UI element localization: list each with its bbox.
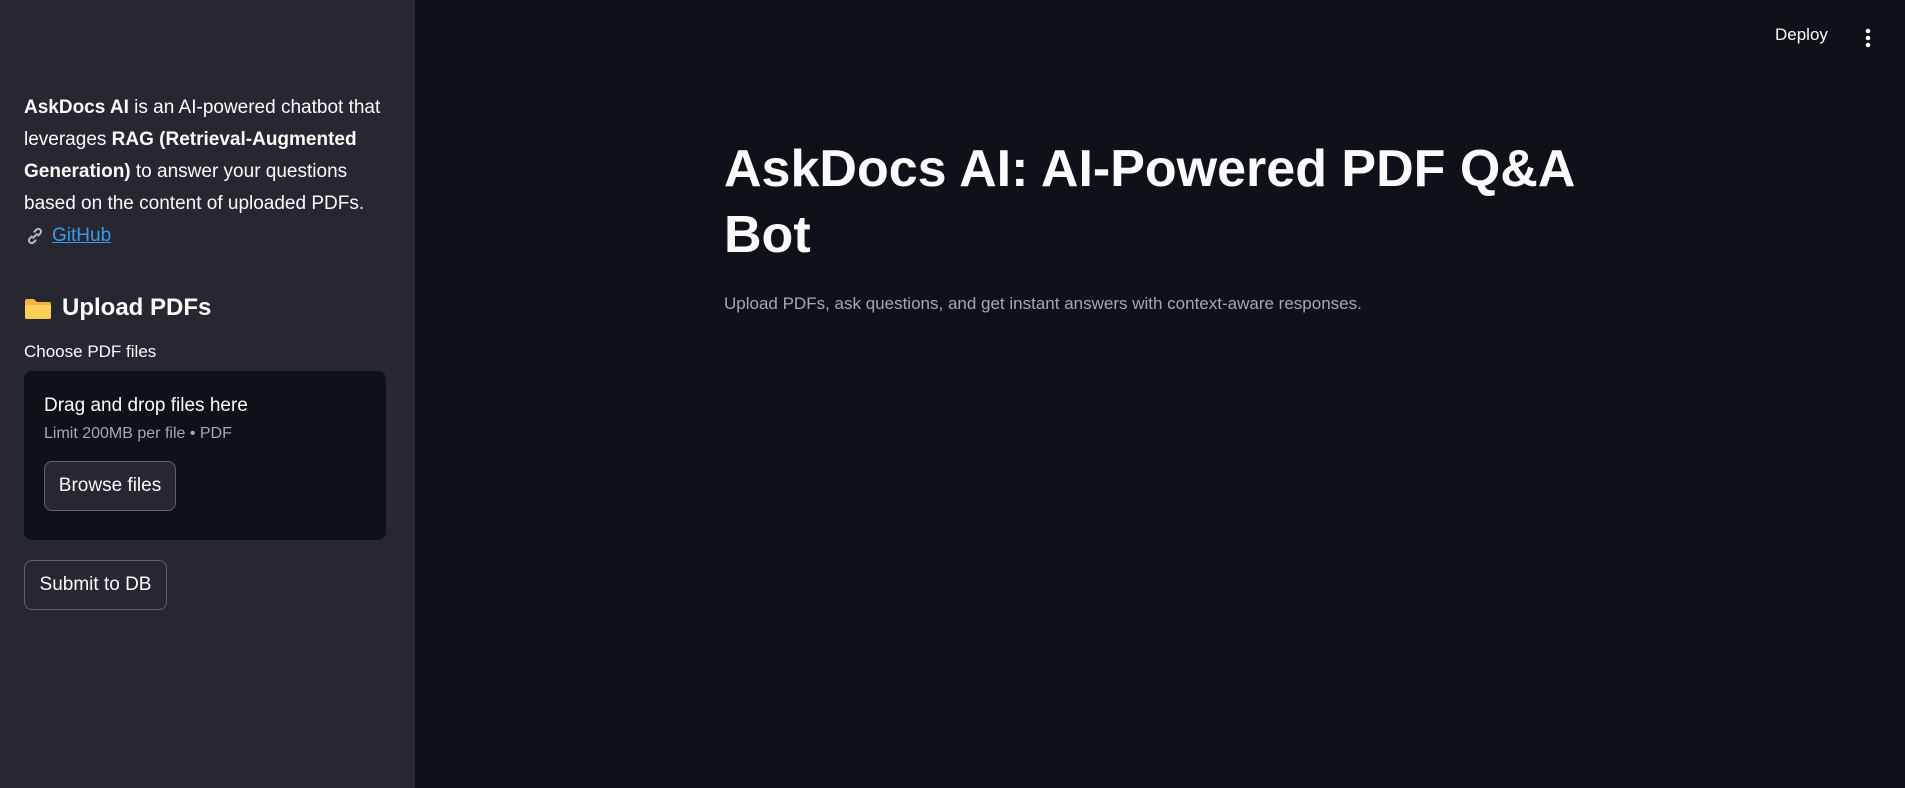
dropzone-title: Drag and drop files here bbox=[44, 395, 248, 416]
file-uploader-label: Choose PDF files bbox=[24, 342, 157, 361]
deploy-button[interactable]: Deploy bbox=[1775, 25, 1828, 45]
submit-to-db-button[interactable]: Submit to DB bbox=[24, 560, 167, 610]
main-content: AskDocs AI: AI-Powered PDF Q&A Bot Uploa… bbox=[724, 136, 1624, 314]
github-link[interactable]: GitHub bbox=[52, 220, 111, 252]
app-window: AskDocs AI is an AI-powered chatbot that… bbox=[0, 0, 1905, 788]
about-description: AskDocs AI is an AI-powered chatbot that… bbox=[24, 92, 394, 258]
vertical-ellipsis-icon[interactable] bbox=[1858, 27, 1878, 49]
link-icon bbox=[27, 227, 43, 245]
dropzone-limit: Limit 200MB per file • PDF bbox=[44, 425, 232, 442]
page-title: AskDocs AI: AI-Powered PDF Q&A Bot bbox=[724, 140, 1574, 264]
page-subtitle: Upload PDFs, ask questions, and get inst… bbox=[724, 294, 1362, 313]
upload-heading: Upload PDFs bbox=[24, 292, 394, 324]
browse-files-button[interactable]: Browse files bbox=[44, 461, 176, 511]
github-row: GitHub bbox=[24, 220, 111, 252]
submit-container: Submit to DB bbox=[24, 560, 394, 610]
sidebar-content: AskDocs AI is an AI-powered chatbot that… bbox=[24, 92, 394, 610]
folder-icon bbox=[25, 299, 51, 319]
file-dropzone[interactable]: Drag and drop files here Limit 200MB per… bbox=[24, 371, 386, 540]
upload-heading-text: Upload PDFs bbox=[62, 294, 212, 321]
app-name-bold: AskDocs AI bbox=[24, 97, 129, 118]
sidebar: AskDocs AI is an AI-powered chatbot that… bbox=[0, 0, 415, 788]
